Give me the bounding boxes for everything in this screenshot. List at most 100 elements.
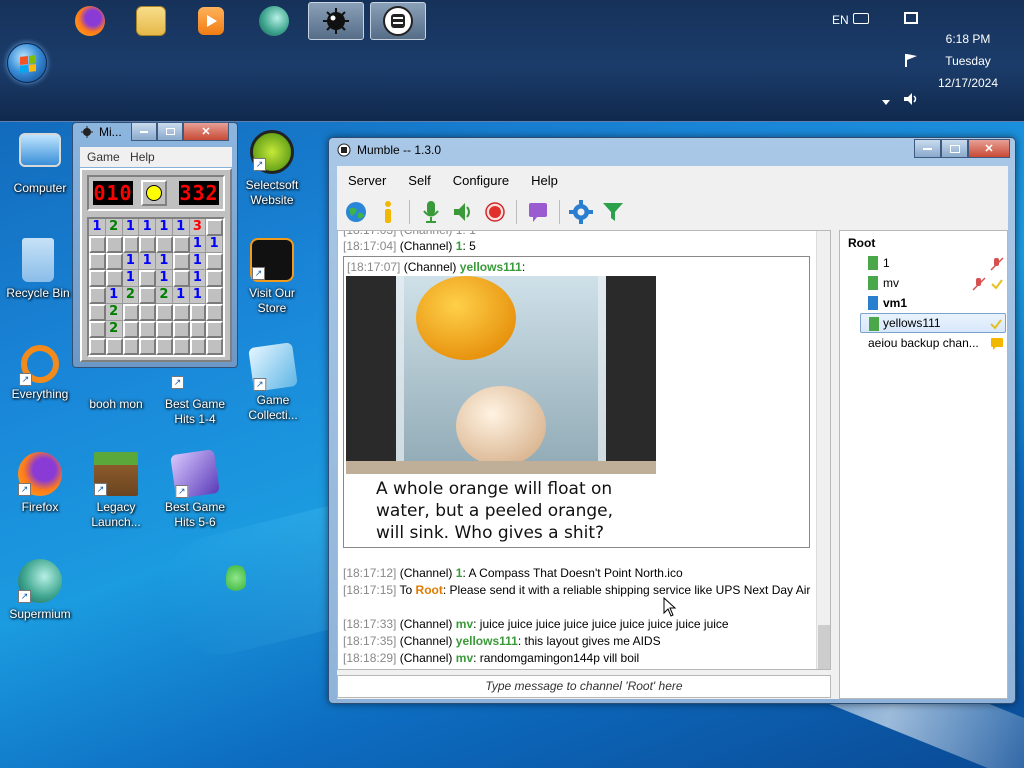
text-message-button[interactable] bbox=[525, 199, 551, 225]
mine-cell[interactable]: 1 bbox=[105, 287, 123, 304]
clock-time[interactable]: 6:18 PM bbox=[928, 32, 1008, 46]
mine-cell[interactable] bbox=[89, 270, 106, 287]
desktop-icon-best-game-hits-5-6[interactable]: ↗ Best Game Hits 5-6 bbox=[157, 449, 233, 530]
mine-cell[interactable]: 1 bbox=[122, 219, 140, 236]
chat-username[interactable]: yellows111 bbox=[456, 634, 518, 648]
minesweeper-window[interactable]: Mi... ✕ Game Help 010 332 12111131111111… bbox=[72, 122, 238, 368]
chat-message-input[interactable]: Type message to channel 'Root' here bbox=[337, 675, 831, 698]
taskbar-mumble-button[interactable] bbox=[370, 2, 426, 40]
mine-cell[interactable] bbox=[206, 304, 223, 321]
menu-help[interactable]: Help bbox=[130, 150, 155, 164]
mine-cell[interactable] bbox=[89, 321, 106, 338]
clock-day[interactable]: Tuesday bbox=[928, 54, 1008, 68]
mine-cell[interactable] bbox=[156, 338, 173, 355]
menu-game[interactable]: Game bbox=[87, 150, 120, 164]
mine-cell[interactable]: 1 bbox=[189, 270, 207, 287]
mine-cell[interactable]: 2 bbox=[122, 287, 140, 304]
mine-cell[interactable] bbox=[206, 321, 223, 338]
mine-cell[interactable]: 1 bbox=[89, 219, 106, 236]
menu-help[interactable]: Help bbox=[520, 173, 569, 188]
mine-cell[interactable] bbox=[105, 253, 123, 270]
minesweeper-titlebar[interactable]: Mi... ✕ bbox=[73, 122, 237, 141]
close-button[interactable]: ✕ bbox=[968, 139, 1010, 158]
mine-cell[interactable] bbox=[189, 304, 207, 321]
desktop-icon-firefox[interactable]: ↗ Firefox bbox=[2, 452, 78, 515]
mine-cell[interactable] bbox=[172, 321, 190, 338]
mine-cell[interactable]: 1 bbox=[122, 270, 140, 287]
menu-server[interactable]: Server bbox=[337, 173, 397, 188]
mine-cell[interactable] bbox=[206, 338, 223, 355]
connect-button[interactable] bbox=[343, 199, 369, 225]
flag-icon[interactable] bbox=[904, 53, 918, 70]
mine-cell[interactable]: 1 bbox=[189, 253, 207, 270]
mine-cell[interactable]: 1 bbox=[189, 287, 207, 304]
channel-tree[interactable]: Root 1 mv vm1 yellows111 aeiou backup ch… bbox=[839, 230, 1008, 699]
settings-button[interactable] bbox=[568, 199, 594, 225]
desktop-icon-game-collection[interactable]: ↗ Game Collecti... bbox=[235, 342, 311, 423]
mine-cell[interactable] bbox=[156, 304, 173, 321]
maximize-button[interactable] bbox=[941, 139, 968, 158]
mine-cell[interactable] bbox=[172, 270, 190, 287]
mine-cell[interactable] bbox=[139, 236, 156, 253]
scrollbar-thumb[interactable] bbox=[818, 625, 830, 669]
mine-cell[interactable]: 1 bbox=[206, 236, 223, 253]
mumble-titlebar[interactable]: Mumble -- 1.3.0 bbox=[337, 143, 441, 157]
minefield-grid[interactable]: 12111131111111111221122 bbox=[87, 217, 225, 357]
mine-cell[interactable] bbox=[105, 236, 123, 253]
language-indicator[interactable]: EN bbox=[832, 13, 849, 27]
mine-cell[interactable] bbox=[139, 321, 156, 338]
desktop-icon-visit-store[interactable]: ↗ Visit Our Store bbox=[234, 238, 310, 316]
mine-cell[interactable] bbox=[105, 270, 123, 287]
taskbar-media-player-button[interactable] bbox=[183, 2, 239, 40]
mute-self-button[interactable] bbox=[418, 199, 444, 225]
mine-cell[interactable] bbox=[206, 270, 223, 287]
minimize-button[interactable] bbox=[131, 122, 157, 141]
chat-channel-link[interactable]: Root bbox=[416, 583, 443, 597]
mine-cell[interactable] bbox=[139, 287, 156, 304]
mine-cell[interactable] bbox=[89, 304, 106, 321]
show-hidden-icons-icon[interactable] bbox=[881, 95, 891, 109]
user-row[interactable]: 1 bbox=[840, 253, 1007, 273]
mine-cell[interactable]: 1 bbox=[156, 270, 173, 287]
mine-cell[interactable]: 2 bbox=[105, 304, 123, 321]
mumble-window[interactable]: Mumble -- 1.3.0 ✕ Server Self Configure … bbox=[328, 137, 1016, 704]
chat-username[interactable]: mv bbox=[456, 617, 473, 631]
keyboard-icon[interactable] bbox=[853, 13, 869, 24]
desktop-icon-recycle-bin[interactable]: Recycle Bin bbox=[0, 238, 76, 301]
record-button[interactable] bbox=[482, 199, 508, 225]
mine-cell[interactable] bbox=[206, 219, 223, 236]
mine-cell[interactable] bbox=[156, 321, 173, 338]
mine-cell[interactable] bbox=[122, 338, 140, 355]
mine-cell[interactable]: 2 bbox=[156, 287, 173, 304]
mine-cell[interactable] bbox=[139, 304, 156, 321]
mine-cell[interactable]: 1 bbox=[139, 253, 156, 270]
mine-cell[interactable] bbox=[189, 321, 207, 338]
mine-cell[interactable] bbox=[156, 236, 173, 253]
desktop-icon-best-game-hits-1-4[interactable]: ↗ Best Game Hits 1-4 bbox=[157, 372, 233, 427]
taskbar-explorer-button[interactable] bbox=[123, 2, 179, 40]
mine-cell[interactable] bbox=[139, 338, 156, 355]
mine-cell[interactable]: 1 bbox=[156, 219, 173, 236]
mine-cell[interactable] bbox=[172, 253, 190, 270]
user-row[interactable]: mv bbox=[840, 273, 1007, 293]
desktop-icon-supermium[interactable]: ↗ Supermium bbox=[2, 559, 78, 622]
mine-cell[interactable] bbox=[139, 270, 156, 287]
menu-self[interactable]: Self bbox=[397, 173, 441, 188]
smiley-face-button[interactable] bbox=[141, 180, 167, 206]
mine-cell[interactable] bbox=[89, 253, 106, 270]
taskbar-firefox-button[interactable] bbox=[62, 2, 118, 40]
mine-cell[interactable] bbox=[206, 287, 223, 304]
chat-username[interactable]: mv bbox=[456, 651, 473, 665]
mine-cell[interactable]: 2 bbox=[105, 219, 123, 236]
action-center-icon[interactable] bbox=[904, 12, 918, 24]
mine-cell[interactable] bbox=[172, 236, 190, 253]
user-row-self[interactable]: vm1 bbox=[840, 293, 1007, 313]
channel-root[interactable]: Root bbox=[848, 233, 998, 253]
channel-row[interactable]: aeiou backup chan... bbox=[840, 333, 1007, 353]
mine-cell[interactable]: 2 bbox=[105, 321, 123, 338]
mine-cell[interactable]: 1 bbox=[139, 219, 156, 236]
orange-meme-image[interactable]: A whole orange will float on water, but … bbox=[346, 276, 656, 546]
mine-cell[interactable]: 3 bbox=[189, 219, 207, 236]
close-button[interactable]: ✕ bbox=[183, 122, 229, 141]
filter-button[interactable] bbox=[600, 199, 626, 225]
